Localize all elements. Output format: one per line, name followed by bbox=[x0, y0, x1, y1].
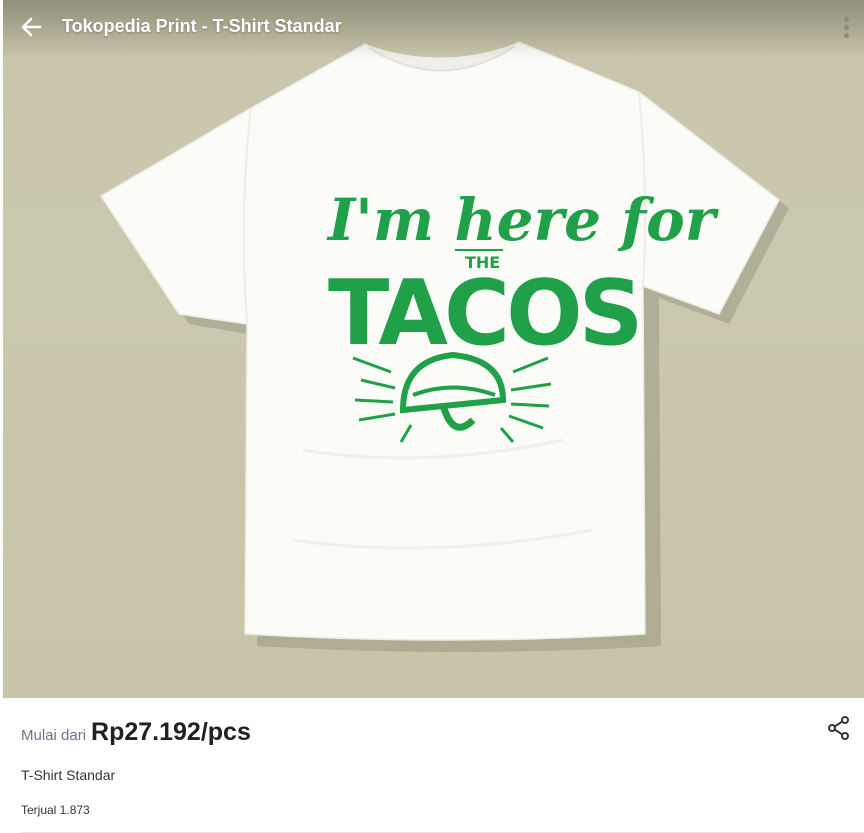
top-bar: Tokopedia Print - T-Shirt Standar bbox=[0, 0, 864, 54]
arrow-left-icon bbox=[21, 17, 42, 37]
share-icon bbox=[828, 716, 849, 740]
back-button[interactable] bbox=[14, 12, 48, 42]
product-price: Rp27.192/pcs bbox=[91, 718, 251, 746]
more-dot bbox=[843, 24, 849, 30]
price-prefix: Mulai dari bbox=[21, 727, 87, 744]
more-dot bbox=[843, 32, 849, 38]
more-options-button[interactable] bbox=[836, 12, 856, 42]
product-page: I'm here for THE TACOS Tokopedia Print -… bbox=[0, 0, 864, 833]
price-row: Mulai dari Rp27.192/pcs bbox=[21, 718, 251, 747]
page-title: Tokopedia Print - T-Shirt Standar bbox=[62, 16, 342, 36]
share-button[interactable] bbox=[826, 715, 852, 741]
svg-text:TACOS: TACOS bbox=[328, 261, 639, 366]
product-name: T-Shirt Standar bbox=[21, 767, 116, 783]
sold-count: Terjual 1.873 bbox=[21, 803, 90, 817]
more-vertical-icon bbox=[843, 16, 849, 22]
product-info: Mulai dari Rp27.192/pcs T-Shirt Standar … bbox=[0, 698, 864, 833]
tshirt-image: I'm here for THE TACOS bbox=[99, 41, 789, 652]
svg-text:I'm here for: I'm here for bbox=[326, 186, 720, 254]
product-image[interactable]: I'm here for THE TACOS bbox=[3, 0, 864, 698]
